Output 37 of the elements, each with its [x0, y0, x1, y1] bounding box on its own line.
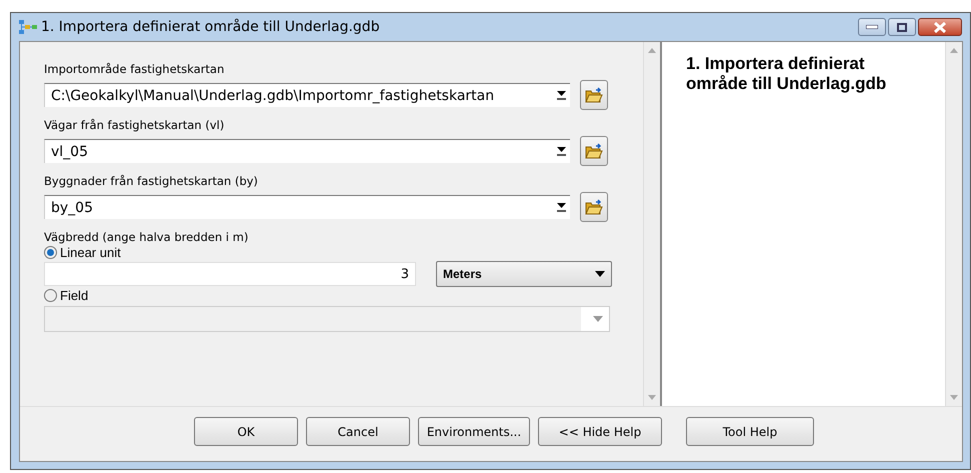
- browse-folder-button[interactable]: [580, 192, 608, 222]
- dropdown-arrow-icon[interactable]: [557, 203, 566, 212]
- folder-icon: [585, 199, 603, 215]
- browse-folder-button[interactable]: [580, 136, 608, 166]
- minimize-icon: [866, 25, 878, 29]
- dialog-button[interactable]: Environments...: [418, 417, 530, 446]
- radio-label[interactable]: Linear unit: [60, 245, 121, 260]
- dataset-dropdown[interactable]: C:\Geokalkyl\Manual\Underlag.gdb\Importomr_fastighetskartan: [44, 83, 570, 107]
- dialog-button[interactable]: Cancel: [306, 417, 410, 446]
- dataset-dropdown[interactable]: vl_05: [44, 139, 570, 163]
- close-icon: [934, 22, 946, 32]
- dialog-button[interactable]: OK: [194, 417, 298, 446]
- folder-icon: [585, 87, 603, 103]
- unit-dropdown[interactable]: Meters: [436, 261, 612, 287]
- maximize-button[interactable]: [888, 18, 916, 36]
- dropdown-arrow-icon[interactable]: [557, 147, 566, 156]
- parameter-label: Importområde fastighetskartan: [44, 62, 226, 76]
- parameter-label: Vägar från fastighetskartan (vl): [44, 118, 226, 132]
- number-field[interactable]: 3: [44, 262, 416, 286]
- folder-icon: [585, 143, 603, 159]
- parameter-label: Vägbredd (ange halva bredden i m): [44, 230, 250, 244]
- dropdown-arrow-icon: [595, 271, 605, 277]
- dialog-button[interactable]: Tool Help: [686, 417, 814, 446]
- dialog-button[interactable]: << Hide Help: [538, 417, 662, 446]
- browse-folder-button[interactable]: [580, 80, 608, 110]
- window-title: 1. Importera definierat område till Underlag.gdb: [41, 19, 380, 35]
- dataset-dropdown[interactable]: by_05: [44, 195, 570, 219]
- scrollbar[interactable]: [945, 42, 962, 406]
- help-title: 1. Importera definierat område till Underlag.gdb: [685, 53, 888, 95]
- dropdown-arrow-icon[interactable]: [557, 91, 566, 100]
- parameter-label: Byggnader från fastighetskartan (by): [44, 174, 259, 188]
- radio-button[interactable]: [44, 246, 57, 259]
- close-button[interactable]: [918, 18, 962, 36]
- model-icon: [19, 20, 37, 34]
- maximize-icon: [897, 22, 907, 32]
- minimize-button[interactable]: [858, 18, 886, 36]
- dropdown-arrow-icon: [593, 316, 603, 322]
